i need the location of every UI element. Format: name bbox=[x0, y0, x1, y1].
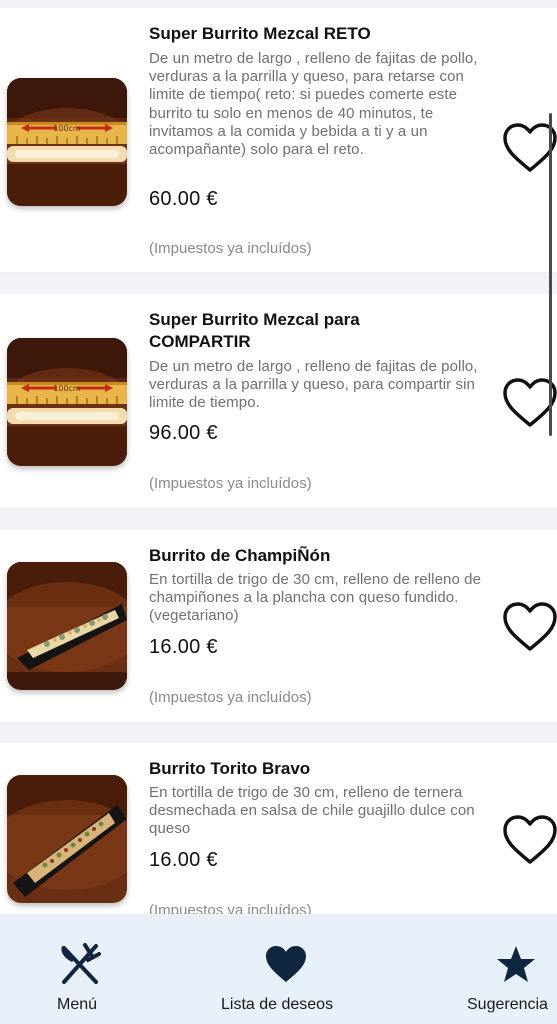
menu-item-card[interactable]: 100cm Super Burrito Mezcal para COMPARTI… bbox=[0, 294, 557, 508]
heart-outline-icon bbox=[503, 602, 557, 651]
tax-note: (Impuestos ya incluídos) bbox=[149, 689, 312, 706]
item-title: Super Burrito Mezcal para COMPARTIR bbox=[149, 310, 360, 351]
menu-item-card[interactable]: Burrito Torito Bravo En tortilla de trig… bbox=[0, 743, 557, 914]
nav-suggestions[interactable]: Sugerencia bbox=[462, 914, 557, 1024]
menu-item-card[interactable]: 100cm Super Burrito Mezcal RETO De un me… bbox=[0, 8, 557, 272]
ruler-label: 100cm bbox=[53, 124, 81, 133]
item-description: En tortilla de trigo de 30 cm, relleno d… bbox=[149, 571, 482, 625]
nav-label-menu: Menú bbox=[57, 996, 98, 1013]
nav-label-suggestions: Sugerencia bbox=[467, 996, 548, 1013]
favorite-button[interactable] bbox=[500, 812, 557, 866]
item-description: De un metro de largo , relleno de fajita… bbox=[149, 358, 478, 412]
burrito-compartir-image: 100cm bbox=[7, 338, 127, 466]
heart-icon bbox=[266, 946, 306, 982]
favorite-button[interactable] bbox=[500, 599, 557, 653]
tax-note: (Impuestos ya incluídos) bbox=[149, 240, 312, 257]
nav-wishlist[interactable]: Lista de deseos bbox=[216, 914, 356, 1024]
item-title: Burrito de ChampiÑón bbox=[149, 546, 331, 565]
star-icon bbox=[497, 946, 535, 982]
nav-menu[interactable]: Menú bbox=[40, 914, 120, 1024]
tax-note: (Impuestos ya incluídos) bbox=[149, 475, 312, 492]
heart-outline-icon bbox=[503, 815, 557, 864]
burrito-champinon-image bbox=[7, 562, 127, 690]
burrito-torito-bravo-image bbox=[7, 775, 127, 903]
item-title: Super Burrito Mezcal RETO bbox=[149, 24, 371, 43]
nav-label-wishlist: Lista de deseos bbox=[221, 996, 334, 1013]
scrollbar[interactable] bbox=[549, 113, 552, 436]
item-description: De un metro de largo , relleno de fajita… bbox=[149, 50, 478, 159]
item-price: 16.00 € bbox=[149, 636, 218, 658]
item-price: 60.00 € bbox=[149, 188, 218, 210]
ruler-label: 100cm bbox=[53, 384, 81, 393]
menu-list[interactable]: 100cm Super Burrito Mezcal RETO De un me… bbox=[0, 0, 557, 914]
item-price: 16.00 € bbox=[149, 849, 218, 871]
tax-note: (Impuestos ya incluídos) bbox=[149, 902, 312, 914]
item-title: Burrito Torito Bravo bbox=[149, 759, 311, 778]
fork-knife-icon bbox=[61, 943, 101, 984]
item-description: En tortilla de trigo de 30 cm, relleno d… bbox=[149, 784, 475, 838]
bottom-navigation: Menú Lista de deseos Sugerencia bbox=[0, 914, 557, 1024]
burrito-reto-image: 100cm bbox=[7, 78, 127, 206]
item-price: 96.00 € bbox=[149, 422, 218, 444]
menu-item-card[interactable]: Burrito de ChampiÑón En tortilla de trig… bbox=[0, 530, 557, 722]
